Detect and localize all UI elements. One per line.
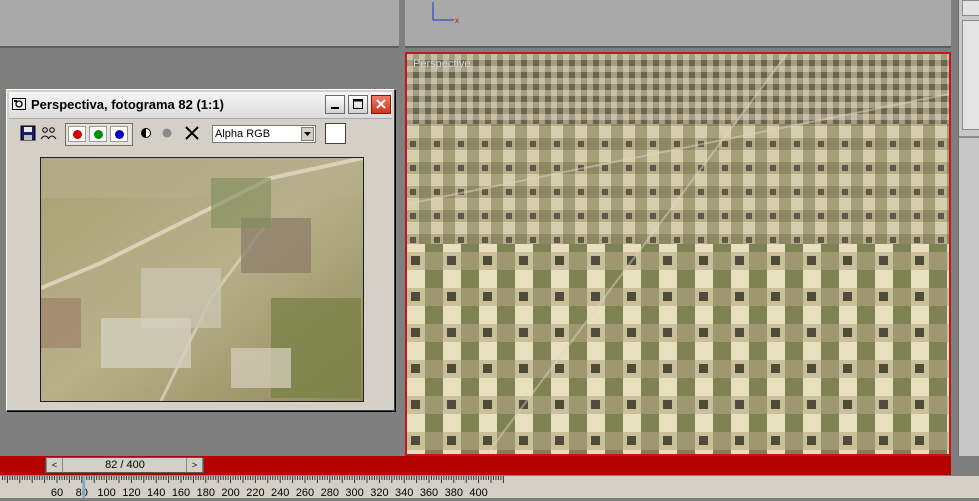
- monochrome-icon[interactable]: [158, 124, 176, 142]
- pixelated-terrain: [407, 54, 949, 454]
- maximize-icon: [353, 99, 363, 109]
- track-bar-ruler[interactable]: 60 80 100 120 140 160 180 200 220 240 260 280 300 320…: [0, 475, 979, 499]
- channel-toggle-group: [65, 123, 133, 146]
- time-slider-thumb[interactable]: 82 / 400: [65, 458, 185, 472]
- rendered-aerial-image: [40, 157, 364, 402]
- ruler-label: 400: [469, 487, 487, 498]
- rendered-frame-window[interactable]: Perspectiva, fotograma 82 (1:1) Alpha RG…: [6, 89, 395, 411]
- close-button[interactable]: [371, 95, 391, 114]
- save-icon[interactable]: [19, 124, 37, 142]
- camera-icon: [12, 98, 26, 110]
- render-toolbar: Alpha RGB: [9, 121, 392, 147]
- ruler-label: 240: [271, 487, 289, 498]
- ruler-label: 200: [221, 487, 239, 498]
- close-icon: [376, 99, 386, 109]
- alpha-channel-icon[interactable]: [137, 124, 155, 142]
- minimize-icon: [331, 107, 339, 109]
- prev-frame-button[interactable]: <: [46, 458, 63, 472]
- ruler-label: 80: [76, 487, 88, 498]
- next-frame-button[interactable]: >: [186, 458, 203, 472]
- top-right-viewport[interactable]: [405, 0, 951, 48]
- ruler-label: 180: [197, 487, 215, 498]
- clear-icon[interactable]: [183, 124, 201, 142]
- ruler-label: 300: [345, 487, 363, 498]
- top-left-viewport[interactable]: [0, 0, 399, 48]
- ruler-label: 100: [97, 487, 115, 498]
- perspective-viewport[interactable]: Perspective: [405, 52, 951, 456]
- ruler-label: 380: [445, 487, 463, 498]
- viewport-label[interactable]: Perspective: [413, 58, 470, 70]
- ruler-ticks: 60 80 100 120 140 160 180 200 220 240 260 280 300 320…: [1, 476, 504, 499]
- status-corner: [951, 456, 979, 475]
- ruler-label: 120: [122, 487, 140, 498]
- minimize-button[interactable]: [325, 95, 345, 114]
- ruler-label: 160: [172, 487, 190, 498]
- red-channel-toggle[interactable]: [68, 126, 86, 142]
- axis-gizmo-icon: x: [432, 2, 459, 24]
- channel-dropdown-value: Alpha RGB: [215, 128, 271, 140]
- time-slider[interactable]: < 82 / 400 >: [45, 457, 204, 473]
- color-swatch[interactable]: [325, 123, 346, 144]
- green-channel-toggle[interactable]: [89, 126, 107, 142]
- blue-channel-toggle[interactable]: [110, 126, 128, 142]
- dropdown-arrow-icon: [301, 127, 314, 141]
- channel-display-dropdown[interactable]: Alpha RGB: [212, 125, 316, 143]
- maximize-button[interactable]: [348, 95, 368, 114]
- clone-window-icon[interactable]: [40, 124, 58, 142]
- ruler-label: 340: [395, 487, 413, 498]
- command-panel-strip[interactable]: [958, 0, 979, 456]
- ruler-label: 220: [246, 487, 264, 498]
- ruler-label: 360: [420, 487, 438, 498]
- ruler-label: 280: [321, 487, 339, 498]
- ruler-label: 140: [147, 487, 165, 498]
- ruler-label: 320: [370, 487, 388, 498]
- current-frame-marker[interactable]: [82, 476, 86, 498]
- window-title: Perspectiva, fotograma 82 (1:1): [31, 97, 224, 112]
- window-titlebar[interactable]: Perspectiva, fotograma 82 (1:1): [9, 92, 392, 119]
- svg-text:x: x: [455, 16, 459, 24]
- ruler-label: 60: [51, 487, 63, 498]
- ruler-label: 260: [296, 487, 314, 498]
